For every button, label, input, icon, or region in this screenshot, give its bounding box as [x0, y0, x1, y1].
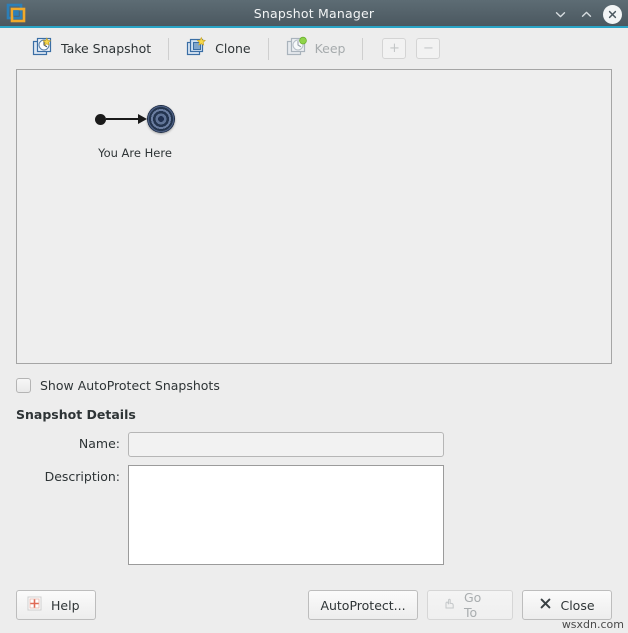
- vmware-logo-icon: [6, 3, 26, 23]
- help-button[interactable]: Help: [16, 590, 96, 620]
- name-input[interactable]: [128, 432, 444, 457]
- clone-button[interactable]: Clone: [178, 33, 258, 64]
- snapshot-tree-panel[interactable]: You Are Here: [16, 69, 612, 364]
- description-label: Description:: [44, 469, 120, 484]
- footer-buttons: Help AutoProtect... Go To Close: [0, 577, 628, 633]
- name-label: Name:: [78, 436, 120, 451]
- chevron-up-icon[interactable]: [577, 5, 595, 23]
- toolbar-separator-1: [168, 37, 170, 60]
- take-snapshot-label: Take Snapshot: [61, 41, 152, 56]
- node-graphic-row: [55, 96, 215, 142]
- node-label: You Are Here: [98, 146, 172, 160]
- help-label: Help: [51, 597, 80, 613]
- show-autoprotect-row[interactable]: Show AutoProtect Snapshots: [16, 375, 612, 395]
- toolbar-separator-3: [362, 37, 364, 60]
- toolbar: Take Snapshot Clone Keep + −: [0, 28, 628, 69]
- show-autoprotect-label: Show AutoProtect Snapshots: [40, 377, 220, 393]
- titlebar: Snapshot Manager: [0, 0, 628, 28]
- keep-label: Keep: [314, 41, 346, 56]
- watermark: wsxdn.com: [561, 618, 624, 631]
- description-input[interactable]: [128, 465, 444, 565]
- autoprotect-label: AutoProtect...: [320, 597, 406, 613]
- minus-icon: −: [423, 41, 434, 56]
- x-icon: [539, 597, 552, 613]
- goto-label: Go To: [464, 590, 482, 620]
- chevron-down-icon[interactable]: [551, 5, 569, 23]
- close-button[interactable]: Close: [522, 590, 612, 620]
- toolbar-separator-2: [267, 37, 269, 60]
- keep-button[interactable]: Keep: [278, 33, 354, 64]
- you-are-here-target-icon[interactable]: [147, 105, 175, 133]
- footer-right-group: AutoProtect... Go To Close: [308, 590, 612, 620]
- close-label: Close: [560, 597, 595, 613]
- help-icon: [27, 596, 42, 614]
- snapshot-manager-window: Snapshot Manager Take Snapshot Clone Kee…: [0, 0, 628, 633]
- autoprotect-button[interactable]: AutoProtect...: [308, 590, 418, 620]
- show-autoprotect-checkbox[interactable]: [16, 377, 31, 393]
- branch-arrow-icon: [95, 113, 147, 125]
- plus-icon: +: [389, 41, 400, 56]
- window-controls: [551, 0, 622, 28]
- window-title: Snapshot Manager: [253, 5, 375, 21]
- main-content: You Are Here Show AutoProtect Snapshots …: [0, 69, 628, 577]
- goto-icon: [442, 597, 456, 614]
- snapshot-details-form: Name: Description:: [16, 432, 612, 565]
- snapshot-details-title: Snapshot Details: [16, 407, 136, 422]
- snapshot-node-you-are-here[interactable]: You Are Here: [55, 96, 215, 160]
- zoom-in-button[interactable]: +: [382, 38, 407, 59]
- zoom-out-button[interactable]: −: [416, 38, 441, 59]
- take-snapshot-icon: [32, 36, 54, 61]
- keep-icon: [286, 36, 308, 61]
- clone-label: Clone: [215, 41, 251, 56]
- clone-icon: [186, 36, 208, 61]
- close-icon[interactable]: [603, 4, 622, 24]
- goto-button[interactable]: Go To: [427, 590, 513, 620]
- take-snapshot-button[interactable]: Take Snapshot: [24, 33, 159, 64]
